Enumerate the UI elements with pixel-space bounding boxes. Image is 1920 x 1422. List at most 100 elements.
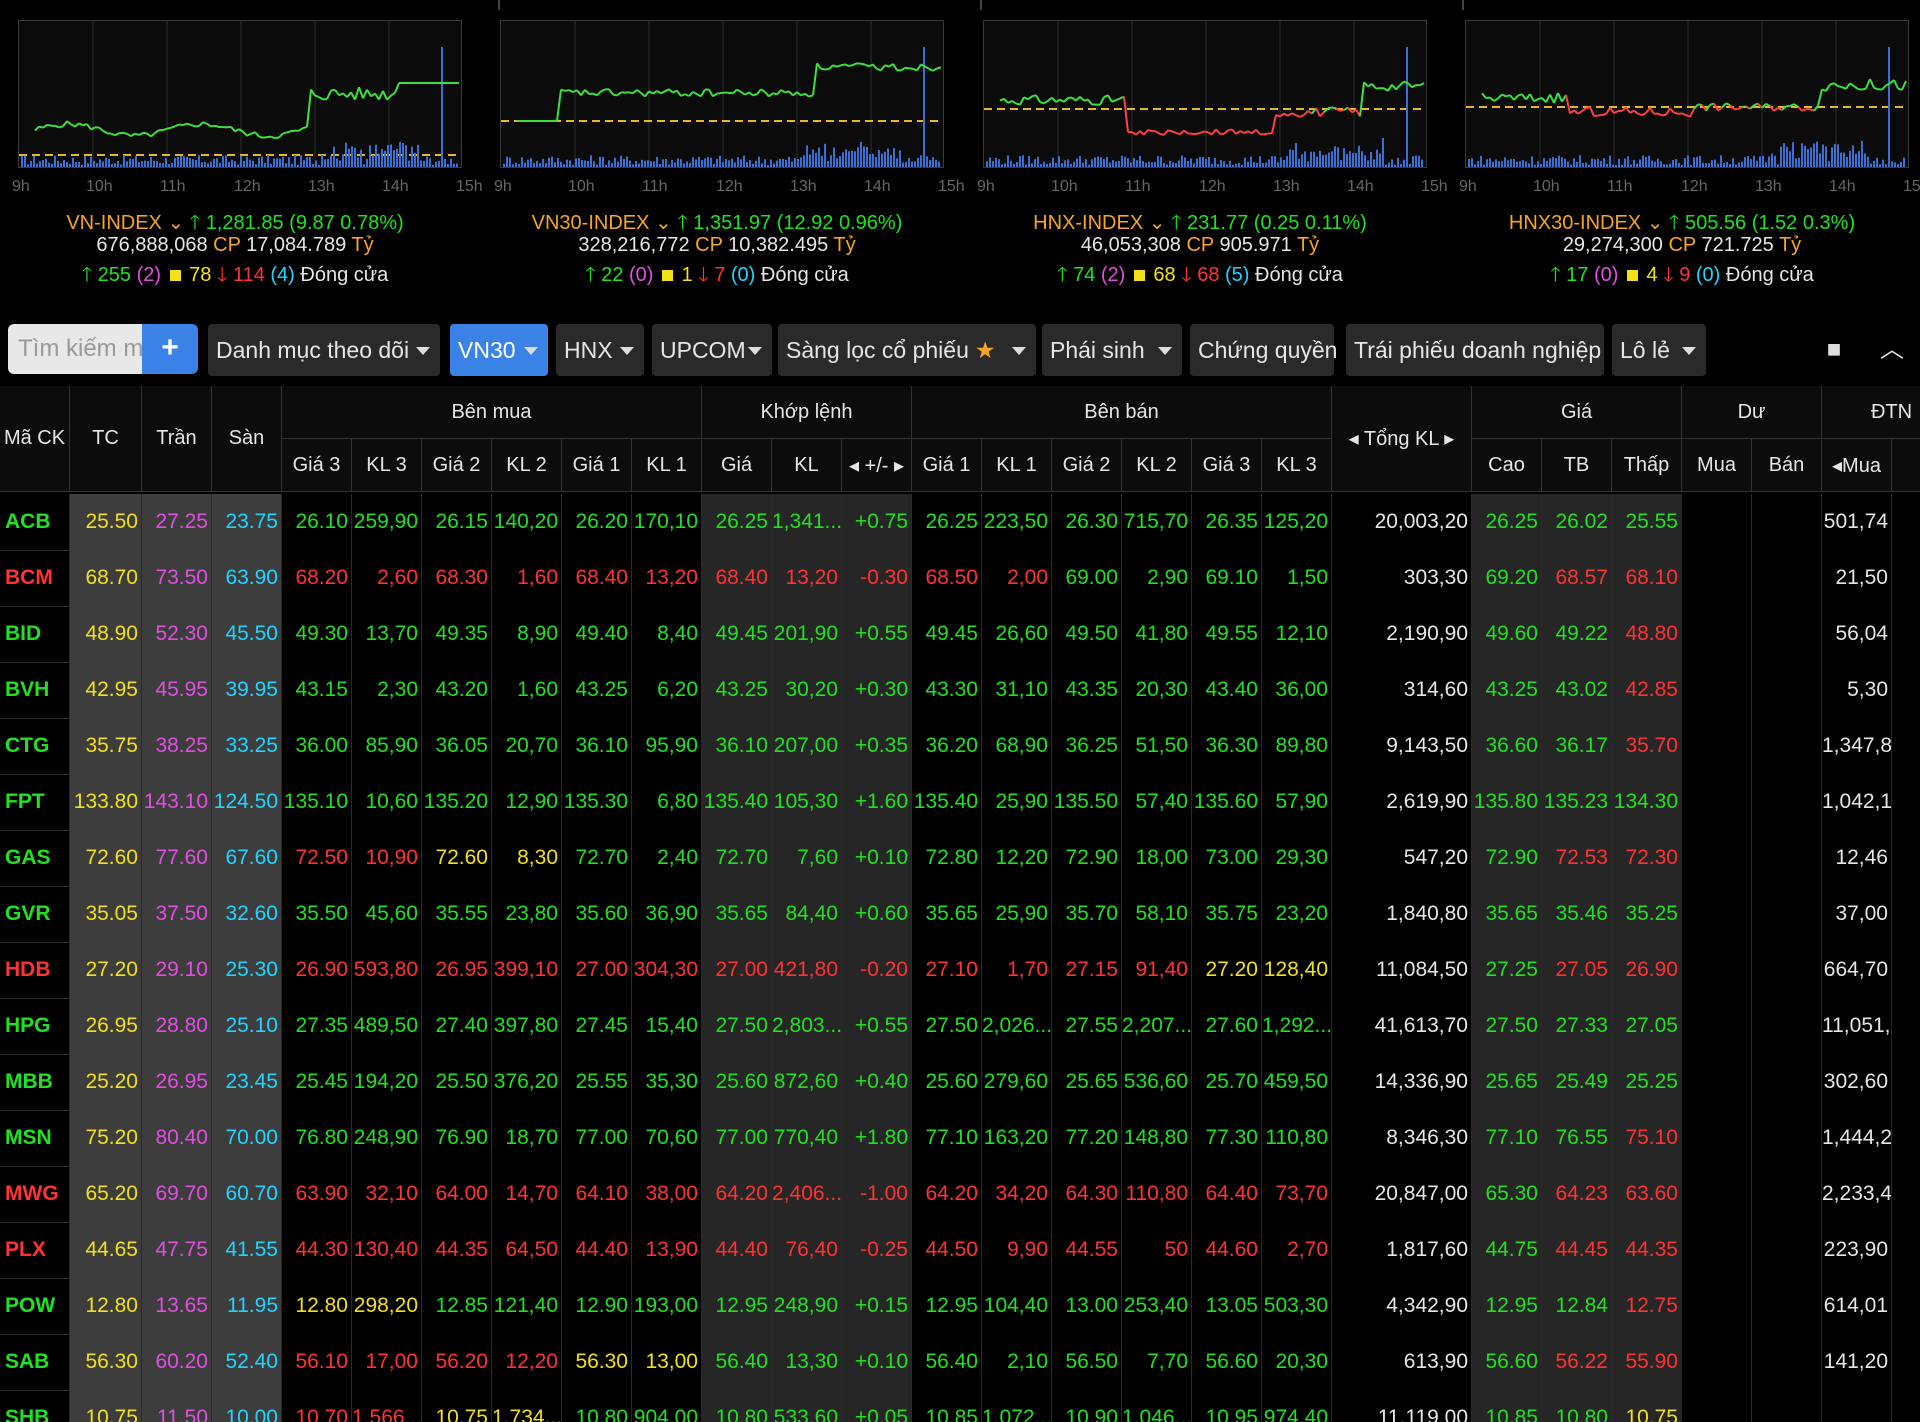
header-total-volume[interactable]: ◂ Tổng KL ▸ [1332,386,1472,492]
index-card[interactable]: 9h 10h 11h 12h 13h 14h 15h VN-INDEX ⌄ 🡑 1,281.8… [0,10,483,310]
table-row[interactable]: MSN 75.20 80.40 70.00 76.80 248,90 76.90 18,70 7… [0,1110,1920,1167]
add-symbol-button[interactable]: + [142,324,198,374]
bid-cell: 32,10 [352,1166,422,1222]
header-reference[interactable]: TC [70,386,142,492]
symbol-cell[interactable]: MBB [0,1054,70,1110]
header-bid-col[interactable]: KL 1 [632,439,702,492]
tab-odd-lot[interactable]: Lô lẻ [1612,324,1706,376]
symbol-cell[interactable]: HPG [0,998,70,1054]
table-row[interactable]: GAS 72.60 77.60 67.60 72.50 10,90 72.60 8,30 72.… [0,830,1920,887]
header-ask-col[interactable]: Giá 3 [1192,439,1262,492]
volume-bar [1082,162,1084,167]
tab-upcom[interactable]: UPCOM [652,324,772,376]
symbol-cell[interactable]: MSN [0,1110,70,1166]
header-ceiling[interactable]: Trần [142,386,212,492]
index-card[interactable]: 9h 10h 11h 12h 13h 14h 15h HNX-INDEX ⌄ 🡑 231.77… [965,10,1448,310]
header-price-col[interactable]: Thấp [1612,439,1682,492]
volume-bar [1244,157,1246,167]
header-ask-col[interactable]: KL 1 [982,439,1052,492]
header-match-col[interactable]: Giá [702,439,772,492]
symbol-cell[interactable]: HDB [0,942,70,998]
ceiling-price: 80.40 [142,1110,212,1166]
collapse-icon[interactable]: ︿ [1872,324,1912,376]
header-price-col[interactable]: TB [1542,439,1612,492]
tab-hnx[interactable]: HNX [556,324,644,376]
index-card[interactable]: 9h 10h 11h 12h 13h 14h 15h VN30-INDEX ⌄ 🡑 1,351… [482,10,965,310]
volume-bar [171,162,173,167]
header-bid-col[interactable]: Giá 1 [562,439,632,492]
match-cell: 13,20 [772,550,842,606]
symbol-cell[interactable]: BID [0,606,70,662]
symbol-cell[interactable]: GAS [0,830,70,886]
tab-corporate-bonds[interactable]: Trái phiếu doanh nghiệp [1346,324,1604,376]
symbol-cell[interactable]: PLX [0,1222,70,1278]
table-row[interactable]: BVH 42.95 45.95 39.95 43.15 2,30 43.20 1,60 43.2… [0,662,1920,719]
table-row[interactable]: MBB 25.20 26.95 23.45 25.45 194,20 25.50 376,20… [0,1054,1920,1111]
symbol-cell[interactable]: CTG [0,718,70,774]
header-remain-col[interactable]: Mua [1682,439,1752,492]
table-row[interactable]: SAB 56.30 60.20 52.40 56.10 17,00 56.20 12,20 56… [0,1334,1920,1391]
table-row[interactable]: POW 12.80 13.65 11.95 12.80 298,20 12.85 121,40… [0,1278,1920,1335]
camera-icon[interactable]: ■ [1814,324,1854,376]
header-ask-col[interactable]: KL 3 [1262,439,1332,492]
index-mini-chart[interactable] [1465,20,1909,168]
table-row[interactable]: MWG 65.20 69.70 60.70 63.90 32,10 64.00 14,70 64… [0,1166,1920,1223]
watchlist-dropdown[interactable]: Danh mục theo dõi [208,324,440,376]
table-row[interactable]: HDB 27.20 29.10 25.30 26.90 593,80 26.95 399,10… [0,942,1920,999]
symbol-cell[interactable]: BCM [0,550,70,606]
symbol-cell[interactable]: FPT [0,774,70,830]
remain-buy [1682,662,1752,718]
table-row[interactable]: BID 48.90 52.30 45.50 49.30 13,70 49.35 8,90 49.… [0,606,1920,663]
symbol-cell[interactable]: GVR [0,886,70,942]
header-bid-col[interactable]: KL 3 [352,439,422,492]
symbol-cell[interactable]: POW [0,1278,70,1334]
header-match-col[interactable]: ◂ +/- ▸ [842,439,912,492]
table-row[interactable]: PLX 44.65 47.75 41.55 44.30 130,40 44.35 64,50 4… [0,1222,1920,1279]
tab-derivatives[interactable]: Phái sinh [1042,324,1182,376]
header-symbol[interactable]: Mã CK [0,386,70,492]
header-ask-col[interactable]: Giá 2 [1052,439,1122,492]
symbol-cell[interactable]: MWG [0,1166,70,1222]
table-row[interactable]: FPT 133.80 143.10 124.50 135.10 10,60 135.20 12… [0,774,1920,831]
index-mini-chart[interactable] [500,20,944,168]
index-card[interactable]: 9h10h11h12h13h14h15hHNX30-INDEX ⌄ 🡑 505.… [1447,10,1920,310]
header-match-col[interactable]: KL [772,439,842,492]
header-ask-col[interactable]: KL 2 [1122,439,1192,492]
tab-warrants[interactable]: Chứng quyền [1190,324,1337,376]
volume-bar [863,146,865,167]
volume-bar [348,148,350,167]
header-remain-col[interactable]: Bán [1752,439,1822,492]
header-foreign-col[interactable]: B [1892,439,1920,492]
header-bid-col[interactable]: Giá 2 [422,439,492,492]
symbol-cell[interactable]: ACB [0,494,70,550]
floor-price: 124.50 [212,774,282,830]
header-ask-col[interactable]: Giá 1 [912,439,982,492]
ask-cell: 12,10 [1262,606,1332,662]
table-row[interactable]: HPG 26.95 28.80 25.10 27.35 489,50 27.40 397,80… [0,998,1920,1055]
header-foreign-col[interactable]: ◂Mua [1822,439,1892,492]
volume-bar [147,161,149,167]
header-bid-col[interactable]: Giá 3 [282,439,352,492]
table-row[interactable]: BCM 68.70 73.50 63.90 68.20 2,60 68.30 1,60 68.4… [0,550,1920,607]
symbol-cell[interactable]: BVH [0,662,70,718]
table-row[interactable]: SHB 10.75 11.50 10.00 10.70 1,566... 10.75 1,73… [0,1390,1920,1422]
table-row[interactable]: CTG 35.75 38.25 33.25 36.00 85,90 36.05 20,70 36… [0,718,1920,775]
total-volume: 1,840,80 [1332,886,1472,942]
bid-cell: 44.40 [562,1222,632,1278]
volume-bar [1588,164,1590,167]
table-row[interactable]: ACB 25.50 27.25 23.75 26.10 259,90 26.15 140,20… [0,494,1920,551]
header-floor[interactable]: Sàn [212,386,282,492]
search-input[interactable]: Tìm kiếm mã [8,324,142,374]
header-bid-col[interactable]: KL 2 [492,439,562,492]
stock-screener-dropdown[interactable]: Sàng lọc cổ phiếu ★ [778,324,1036,376]
total-volume: 9,143,50 [1332,718,1472,774]
symbol-cell[interactable]: SHB [0,1390,70,1422]
price-line-segment [90,126,96,131]
tab-vn30[interactable]: VN30 [450,324,548,376]
index-mini-chart[interactable] [983,20,1427,168]
symbol-cell[interactable]: SAB [0,1334,70,1390]
header-price-col[interactable]: Cao [1472,439,1542,492]
index-mini-chart[interactable] [18,20,462,168]
volume-bar [1846,156,1848,167]
table-row[interactable]: GVR 35.05 37.50 32.60 35.50 45,60 35.55 23,80 35… [0,886,1920,943]
